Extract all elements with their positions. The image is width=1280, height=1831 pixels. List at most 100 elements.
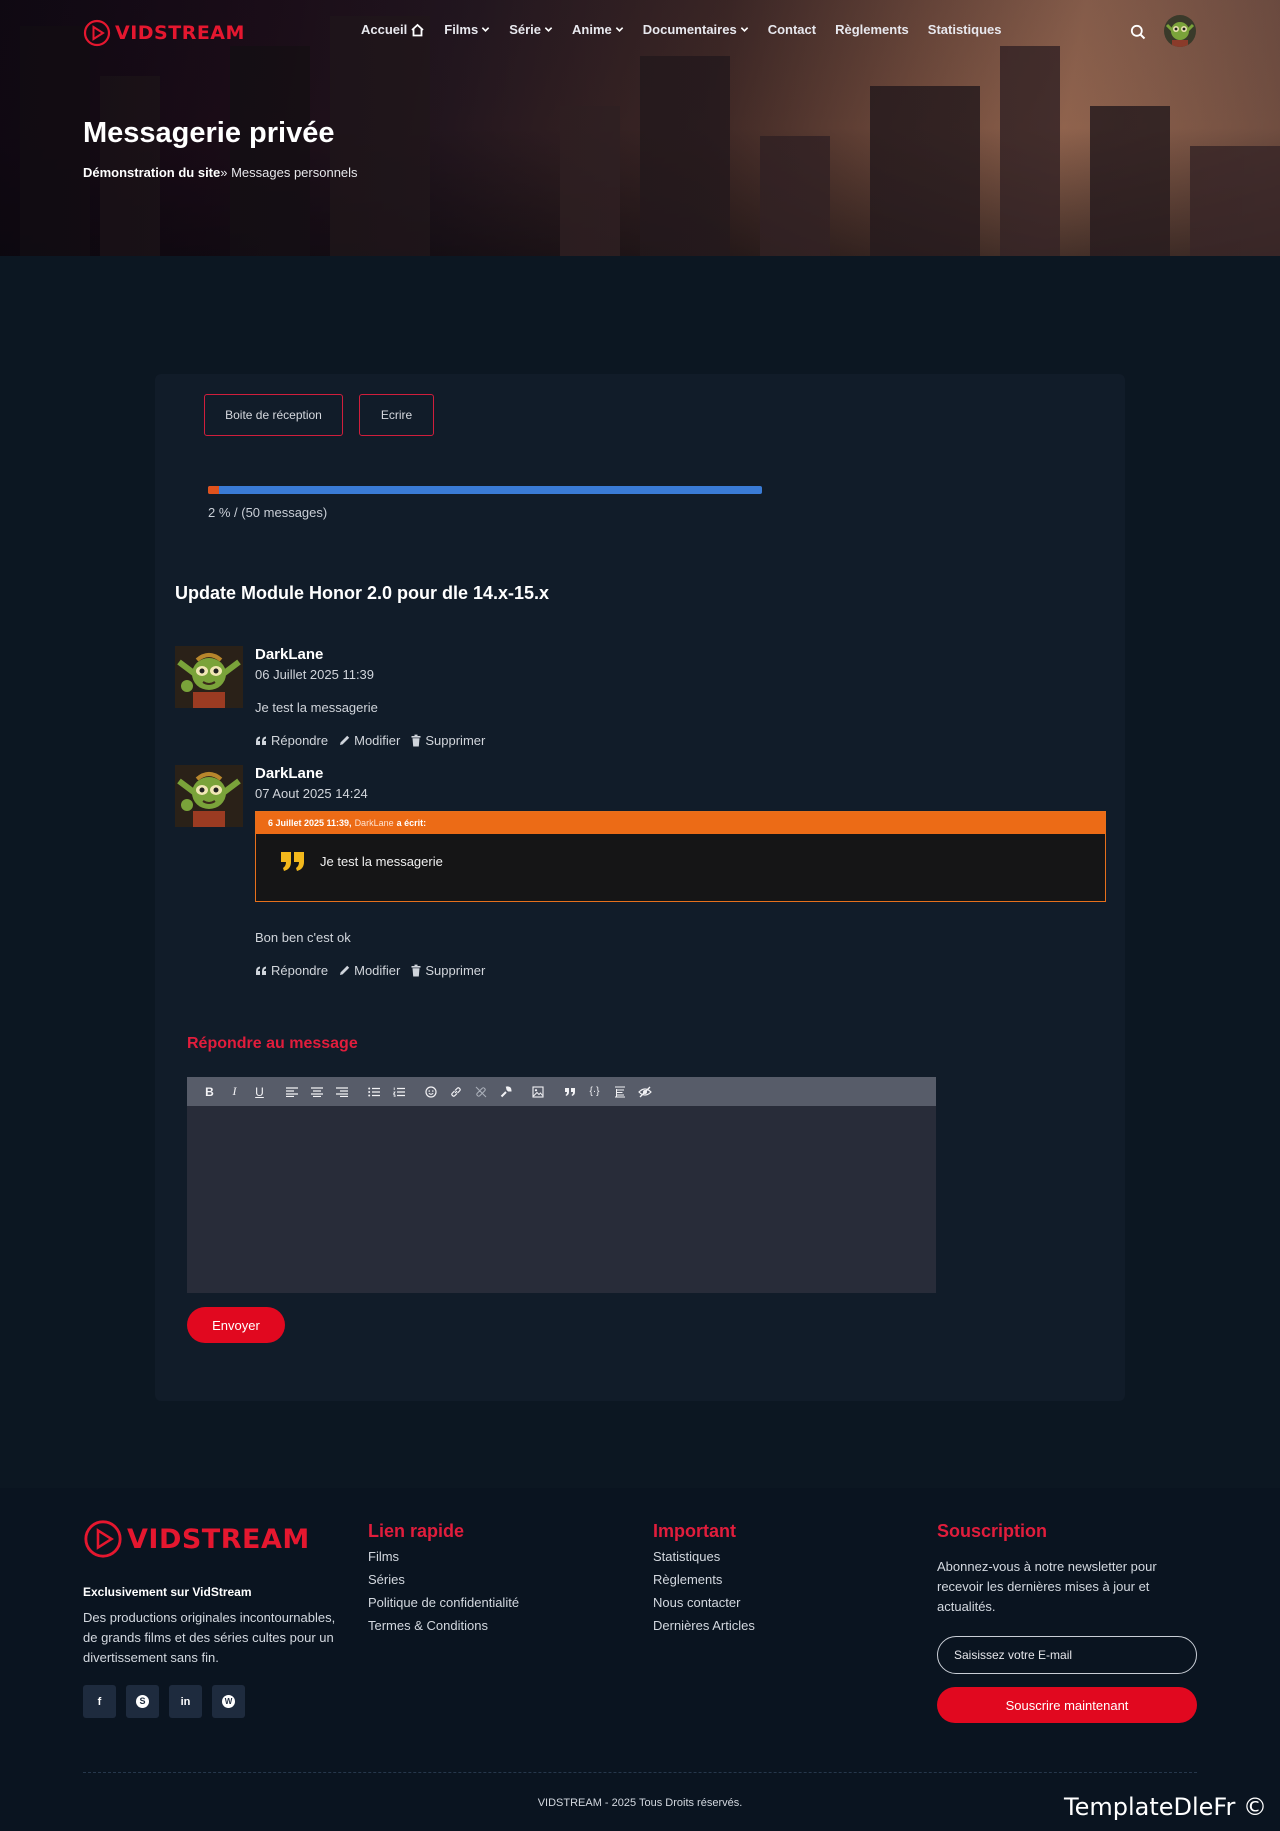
footer-link[interactable]: Films [368, 1549, 519, 1565]
quote-reply-icon [256, 736, 266, 745]
email-input[interactable] [937, 1636, 1197, 1674]
edit-action[interactable]: Modifier [338, 733, 400, 748]
align-right-button[interactable] [329, 1077, 354, 1106]
reply-action[interactable]: Répondre [255, 963, 328, 978]
user-avatar[interactable] [1164, 15, 1196, 47]
edit-label: Modifier [354, 733, 401, 748]
newsletter-text: Abonnez-vous à notre newsletter pour rec… [937, 1559, 1157, 1614]
footer-link[interactable]: Dernières Articles [653, 1618, 755, 1634]
bold-button[interactable]: B [197, 1077, 222, 1106]
nav-item-serie[interactable]: Série [509, 22, 553, 37]
message-actions: Répondre Modifier Supprimer [255, 733, 495, 748]
goblin-avatar-icon [1164, 15, 1196, 47]
author-avatar[interactable] [175, 765, 243, 827]
footer-link[interactable]: Règlements [653, 1572, 755, 1588]
unlink-button[interactable] [468, 1077, 493, 1106]
inbox-label: Boite de réception [225, 408, 322, 422]
home-icon [411, 23, 424, 36]
italic-button[interactable]: I [222, 1077, 247, 1106]
quote-marks-icon [281, 852, 304, 871]
author-avatar[interactable] [175, 646, 243, 708]
reply-label: Répondre [271, 733, 329, 748]
nav-item-accueil[interactable]: Accueil [361, 22, 425, 37]
nav-label: Films [444, 22, 479, 37]
footer-link[interactable]: Termes & Conditions [368, 1618, 519, 1634]
nav-item-statistiques[interactable]: Statistiques [928, 22, 1002, 37]
align-center-icon [310, 1086, 323, 1097]
breadcrumb-separator: » [220, 165, 228, 180]
nav-label: Accueil [361, 22, 408, 37]
emoji-icon [424, 1085, 437, 1098]
code-button[interactable]: {·} [582, 1077, 607, 1106]
site-footer: VIDSTREAM Exclusivement sur VidStream De… [0, 1488, 1280, 1831]
bullet-list-button[interactable] [361, 1077, 386, 1106]
emoji-button[interactable] [418, 1077, 443, 1106]
chevron-down-icon [615, 27, 623, 32]
skype-icon: S [136, 1695, 149, 1708]
delete-action[interactable]: Supprimer [410, 733, 485, 748]
align-center-button[interactable] [304, 1077, 329, 1106]
delete-label: Supprimer [425, 963, 486, 978]
spoiler-button[interactable] [607, 1077, 632, 1106]
footer-link[interactable]: Politique de confidentialité [368, 1595, 519, 1611]
play-logo-icon [84, 1520, 122, 1558]
subscribe-button[interactable]: Souscrire maintenant [937, 1687, 1197, 1723]
image-icon [531, 1085, 544, 1098]
author-name[interactable]: DarkLane [255, 765, 323, 782]
compose-label: Ecrire [380, 408, 413, 422]
edit-action[interactable]: Modifier [338, 963, 400, 978]
nav-item-documentaires[interactable]: Documentaires [643, 22, 749, 37]
trash-icon [411, 734, 421, 747]
message-body: Bon ben c'est ok [255, 930, 351, 945]
wrench-button[interactable] [493, 1077, 518, 1106]
footer-logo[interactable]: VIDSTREAM [83, 1519, 310, 1559]
editor-textarea[interactable] [187, 1106, 936, 1293]
nav-label: Documentaires [642, 22, 737, 37]
subscribe-title: Souscription [937, 1521, 1048, 1541]
compose-button[interactable]: Ecrire [359, 394, 434, 436]
search-button[interactable] [1130, 24, 1146, 40]
whatsapp-icon: W [222, 1695, 235, 1708]
quick-links-title: Lien rapide [368, 1521, 465, 1541]
quote-author[interactable]: DarkLane [355, 818, 394, 828]
delete-action[interactable]: Supprimer [410, 963, 485, 978]
linkedin-icon: in [180, 1695, 191, 1708]
inbox-button[interactable]: Boite de réception [204, 394, 343, 436]
align-left-button[interactable] [279, 1077, 304, 1106]
page-title: Messagerie privée [83, 117, 335, 149]
skype-button[interactable]: S [126, 1685, 159, 1718]
quote-content: Je test la messagerie [280, 850, 443, 872]
nav-item-anime[interactable]: Anime [572, 22, 624, 37]
numbered-list-icon [392, 1087, 405, 1097]
nav-item-films[interactable]: Films [444, 22, 490, 37]
linkedin-button[interactable]: in [169, 1685, 202, 1718]
subscribe-label: Souscrire maintenant [1005, 1697, 1129, 1713]
author-name[interactable]: DarkLane [255, 646, 323, 663]
image-button[interactable] [525, 1077, 550, 1106]
breadcrumb: Démonstration du site » Messages personn… [83, 165, 358, 180]
reply-action[interactable]: Répondre [255, 733, 328, 748]
nav-label: Série [509, 22, 542, 37]
footer-link[interactable]: Nous contacter [653, 1595, 755, 1611]
quota-text: 2 % / (50 messages) [208, 505, 328, 520]
nav-item-reglements[interactable]: Règlements [835, 22, 909, 37]
hide-button[interactable] [632, 1077, 657, 1106]
site-logo[interactable]: VIDSTREAM [83, 19, 245, 47]
whatsapp-button[interactable]: W [212, 1685, 245, 1718]
breadcrumb-home[interactable]: Démonstration du site [83, 165, 220, 180]
link-button[interactable] [443, 1077, 468, 1106]
send-button[interactable]: Envoyer [187, 1307, 285, 1343]
reply-label: Répondre [271, 963, 329, 978]
delete-label: Supprimer [425, 733, 486, 748]
numbered-list-button[interactable] [386, 1077, 411, 1106]
footer-link[interactable]: Séries [368, 1572, 519, 1588]
quote-header: 6 Juillet 2025 11:39, DarkLane a écrit: [256, 812, 1105, 834]
quote-icon [564, 1087, 575, 1096]
footer-tagline: Des productions originales incontournabl… [83, 1610, 336, 1665]
subscribe-column: Souscription [937, 1521, 1047, 1542]
underline-button[interactable]: U [247, 1077, 272, 1106]
footer-link[interactable]: Statistiques [653, 1549, 755, 1565]
nav-item-contact[interactable]: Contact [768, 22, 816, 37]
quote-button[interactable] [557, 1077, 582, 1106]
facebook-button[interactable]: f [83, 1685, 116, 1718]
